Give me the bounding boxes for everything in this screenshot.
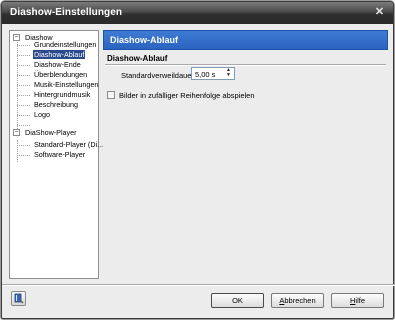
help-book-button[interactable] [11, 291, 26, 306]
panel-header-title: Diashow-Ablauf [110, 35, 179, 45]
tree-branch [17, 85, 30, 86]
tree-branch [17, 155, 30, 156]
collapse-icon[interactable]: − [13, 34, 20, 41]
tree-branch [17, 75, 30, 76]
footer-divider [2, 284, 395, 286]
tree-node-logo[interactable]: Logo [33, 110, 51, 120]
tree-node-label: Logo [34, 110, 50, 119]
tree-node-label: Software-Player [34, 150, 86, 159]
dialog-window: Diashow-Einstellungen ✕ − Diashow Grunde… [1, 1, 395, 319]
tree-node-label: Grundeinstellungen [34, 40, 97, 49]
random-order-label[interactable]: Bilder in zufälliger Reihenfolge abspiel… [119, 91, 255, 100]
tree-branch [17, 95, 30, 96]
section-divider [105, 64, 386, 66]
spinner-arrows[interactable]: ▲ ▼ [224, 68, 233, 79]
tree-node-label: Diashow-Ablauf [33, 50, 86, 59]
ok-button[interactable]: OK [211, 293, 264, 308]
section-title: Diashow-Ablauf [107, 54, 168, 63]
tree-node-ueberblendungen[interactable]: Überblendungen [33, 70, 88, 80]
duration-spinner[interactable]: 5,00 s ▲ ▼ [191, 67, 235, 80]
help-book-icon [14, 293, 24, 304]
tree-node-beschreibung[interactable]: Beschreibung [33, 100, 79, 110]
settings-panel: Diashow-Ablauf Diashow-Ablauf Standardve… [103, 30, 388, 279]
help-label: ilfe [355, 296, 365, 305]
tree-branch [17, 55, 30, 56]
tree-node-software-player[interactable]: Software-Player [33, 150, 86, 160]
tree-branch [17, 65, 30, 66]
tree-node-label: Musik-Einstellungen [34, 80, 99, 89]
random-order-checkbox[interactable] [107, 91, 115, 99]
tree-node-label: Hintergrundmusik [34, 90, 91, 99]
tree-node-musik-einstellungen[interactable]: Musik-Einstellungen [33, 80, 99, 90]
tree-branch [17, 145, 30, 146]
panel-header: Diashow-Ablauf [103, 30, 388, 50]
help-button[interactable]: Hilfe [331, 293, 384, 308]
tree-branch [17, 115, 30, 116]
tree-branch [17, 45, 30, 46]
cancel-label: bbrechen [284, 296, 316, 305]
tree-node-diashow-player[interactable]: − DiaShow-Player [13, 128, 78, 138]
tree-node-label: Diashow-Ende [34, 60, 81, 69]
tree-node-diashow-ablauf[interactable]: Diashow-Ablauf [33, 50, 86, 60]
tree-node-grundeinstellungen[interactable]: Grundeinstellungen [33, 40, 97, 50]
tree-node-label: Beschreibung [34, 100, 78, 109]
tree-connector [17, 140, 18, 162]
tree-branch [17, 125, 30, 126]
tree-node-label: DiaShow-Player [25, 128, 77, 137]
duration-label: Standardverweildauer: [121, 71, 197, 80]
close-button[interactable]: ✕ [373, 6, 386, 19]
tree-node-diashow-ende[interactable]: Diashow-Ende [33, 60, 82, 70]
tree-node-standard-player[interactable]: Standard-Player (Di... [33, 140, 104, 150]
collapse-icon[interactable]: − [13, 129, 20, 136]
settings-tree[interactable]: − Diashow Grundeinstellungen Diashow-Abl… [9, 30, 103, 279]
spin-down-icon[interactable]: ▼ [224, 73, 233, 78]
tree-node-hintergrundmusik[interactable]: Hintergrundmusik [33, 90, 91, 100]
cancel-button[interactable]: Abbrechen [271, 293, 324, 308]
title-bar[interactable]: Diashow-Einstellungen ✕ [2, 2, 393, 24]
tree-node-label: Standard-Player (Di... [34, 140, 104, 149]
duration-value[interactable]: 5,00 s [195, 70, 215, 79]
tree-branch [17, 105, 30, 106]
tree-node-label: Überblendungen [34, 70, 88, 79]
window-title: Diashow-Einstellungen [10, 7, 123, 18]
